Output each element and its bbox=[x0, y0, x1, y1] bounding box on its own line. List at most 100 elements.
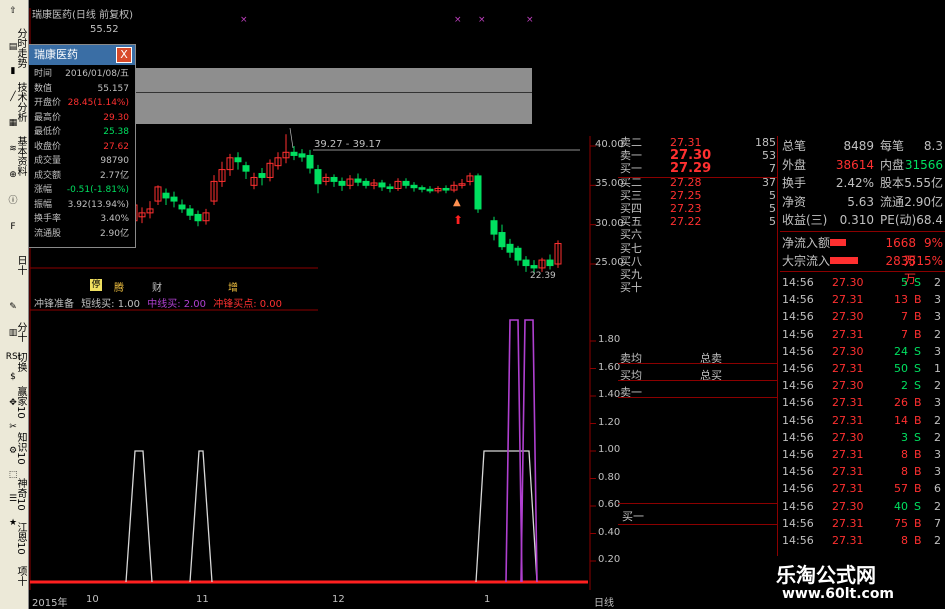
tick-time: 14:56 bbox=[782, 379, 814, 393]
indicator-axis-label: 0.20 bbox=[598, 554, 621, 565]
order-book-qty: 5 bbox=[769, 215, 776, 229]
tick-count: 2 bbox=[934, 379, 941, 393]
watermark-logo: 乐淘公式网 www.60lt.com bbox=[770, 555, 945, 609]
tick-side: B bbox=[914, 310, 922, 324]
tick-time: 14:56 bbox=[782, 362, 814, 375]
tab-day10[interactable]: 日十 bbox=[15, 255, 28, 281]
toolbar-info-icon[interactable]: ⓘ bbox=[2, 194, 24, 208]
tick-time: 14:56 bbox=[782, 413, 814, 427]
tick-price: 27.31 bbox=[832, 516, 864, 530]
bar-info-popup[interactable]: 瑞康医药 X 时间 2016/01/08/五 数值 55.157 开盘价 28.45(1.… bbox=[28, 44, 136, 248]
indicator-axis-label: 1.60 bbox=[598, 361, 621, 373]
candle-body bbox=[314, 169, 322, 185]
event-tag-add[interactable]: 增 bbox=[228, 279, 238, 294]
toolbar-draw-icon[interactable]: ✎ bbox=[2, 300, 24, 314]
tick-row: 14:56 27.31 50 S 1 bbox=[780, 360, 945, 377]
tab-winner10[interactable]: 赢家10 bbox=[15, 386, 28, 426]
tick-row: 14:56 27.31 57 B 6 bbox=[780, 480, 945, 497]
tick-volume: 7 bbox=[901, 327, 908, 341]
book-divider bbox=[618, 524, 778, 525]
order-book-row[interactable]: 买六 bbox=[620, 228, 778, 242]
event-tag-halt[interactable]: 停 bbox=[90, 279, 102, 291]
order-book-level: 买三 bbox=[620, 188, 642, 202]
tick-price: 27.31 bbox=[832, 482, 864, 496]
stats-row: 收益(三) 0.310 PE(动) 68.4 bbox=[780, 211, 945, 229]
candle-body bbox=[546, 259, 554, 267]
tick-time: 14:56 bbox=[782, 499, 814, 513]
tab-switch[interactable]: 切换 bbox=[15, 352, 28, 378]
order-book-row[interactable]: 买十 bbox=[620, 281, 778, 295]
stat-value: 2.42% bbox=[835, 176, 874, 190]
tab-item10[interactable]: 项十 bbox=[15, 566, 28, 606]
tab-technical[interactable]: 技术分析 bbox=[15, 82, 28, 132]
popup-row-value: 2016/01/08/五 bbox=[65, 69, 129, 79]
candle-body bbox=[506, 243, 514, 253]
order-book-level: 买八 bbox=[620, 254, 642, 268]
order-book-price: 27.23 bbox=[670, 202, 702, 215]
flow-bar bbox=[830, 257, 858, 264]
book-divider bbox=[618, 363, 778, 364]
candle-body bbox=[530, 265, 538, 269]
tick-side: B bbox=[914, 327, 922, 341]
stock-name: 瑞康医药 bbox=[32, 10, 72, 21]
popup-row: 成交量 98790 bbox=[29, 156, 133, 167]
order-book-price: 27.25 bbox=[670, 188, 702, 202]
tick-row: 14:56 27.30 2 S 2 bbox=[780, 377, 945, 394]
tab-magic10[interactable]: 神奇10 bbox=[15, 478, 28, 518]
event-tag-teng[interactable]: 腾 bbox=[114, 279, 124, 294]
tick-volume: 26 bbox=[894, 396, 908, 410]
order-book-row[interactable]: 买四 27.23 5 bbox=[620, 202, 778, 216]
order-book-price: 27.22 bbox=[670, 215, 702, 229]
tick-volume: 7 bbox=[901, 310, 908, 324]
candle-body bbox=[474, 175, 482, 210]
tick-count: 2 bbox=[934, 276, 941, 289]
event-tag-finance[interactable]: 财 bbox=[152, 279, 162, 294]
tick-row: 14:56 27.31 26 B 3 bbox=[780, 394, 945, 411]
tick-volume: 8 bbox=[901, 448, 908, 461]
order-book-row[interactable]: 买九 bbox=[620, 268, 778, 282]
stats-divider bbox=[780, 231, 945, 232]
tab-intraday[interactable]: 分时走势 bbox=[15, 28, 28, 78]
order-book-row[interactable]: 买七 bbox=[620, 242, 778, 256]
tick-row: 14:56 27.31 13 B 3 bbox=[780, 291, 945, 308]
indicator-axis-label: 1.20 bbox=[598, 416, 621, 428]
candle-body bbox=[170, 196, 178, 202]
tick-price: 27.30 bbox=[832, 344, 864, 358]
popup-row-key: 成交额 bbox=[34, 170, 62, 181]
stats-row: 净资 5.63 流通 2.90亿 bbox=[780, 193, 945, 211]
order-book-row[interactable]: 买五 27.22 5 bbox=[620, 215, 778, 229]
period-label[interactable]: 日线 bbox=[594, 594, 614, 609]
tick-volume: 8 bbox=[901, 465, 908, 479]
toolbar-f10-icon[interactable]: F bbox=[2, 220, 24, 234]
order-book-row[interactable]: 买三 27.25 5 bbox=[620, 189, 778, 203]
tab-gann10[interactable]: 江恩10 bbox=[15, 522, 28, 562]
left-toolbar: ⇧ ▤ ▮ ╱ ▦ ≋ ⊕ ⓘ F ✎ ▥ RSI $ ✥ ✂ ⚙ ⬚ ☰ ★ … bbox=[0, 0, 29, 609]
tick-price: 27.30 bbox=[832, 310, 864, 324]
tab-fundamental[interactable]: 基本资料 bbox=[15, 136, 28, 186]
tab-min10[interactable]: 分十 bbox=[15, 322, 28, 348]
date-axis-oct: 10 bbox=[86, 594, 99, 605]
order-book-row[interactable]: 买八 bbox=[620, 255, 778, 269]
popup-row-key: 振幅 bbox=[34, 199, 53, 210]
order-book-level: 买七 bbox=[620, 241, 642, 255]
stat-value: 5.55亿 bbox=[904, 176, 943, 190]
popup-row: 最低价 25.38 bbox=[29, 127, 133, 138]
tick-row: 14:56 27.30 5 S 2 bbox=[780, 274, 945, 291]
tab-knowledge10[interactable]: 知识10 bbox=[15, 432, 28, 472]
stat-key: 总笔 bbox=[782, 139, 807, 153]
indicator-axis-label: 1.40 bbox=[598, 389, 621, 400]
stats-row: 总笔 8489 每笔 8.3 bbox=[780, 137, 945, 155]
popup-row-key: 最低价 bbox=[34, 127, 62, 137]
popup-row: 数值 55.157 bbox=[29, 84, 133, 95]
flow-row: 净流入额 1668万 9% bbox=[780, 234, 945, 268]
order-book-row[interactable]: 买一 27.29 7 bbox=[620, 162, 778, 176]
order-book-price: 27.29 bbox=[670, 161, 712, 177]
candle-body bbox=[298, 153, 306, 158]
stats-divider bbox=[780, 271, 945, 272]
close-icon[interactable]: X bbox=[116, 47, 132, 63]
popup-row: 收盘价 27.62 bbox=[29, 142, 133, 153]
popup-row-value: 29.30 bbox=[103, 112, 129, 123]
order-book-level: 卖二 bbox=[620, 136, 642, 149]
toolbar-up-icon[interactable]: ⇧ bbox=[2, 4, 24, 18]
overlay-divider bbox=[134, 92, 532, 93]
